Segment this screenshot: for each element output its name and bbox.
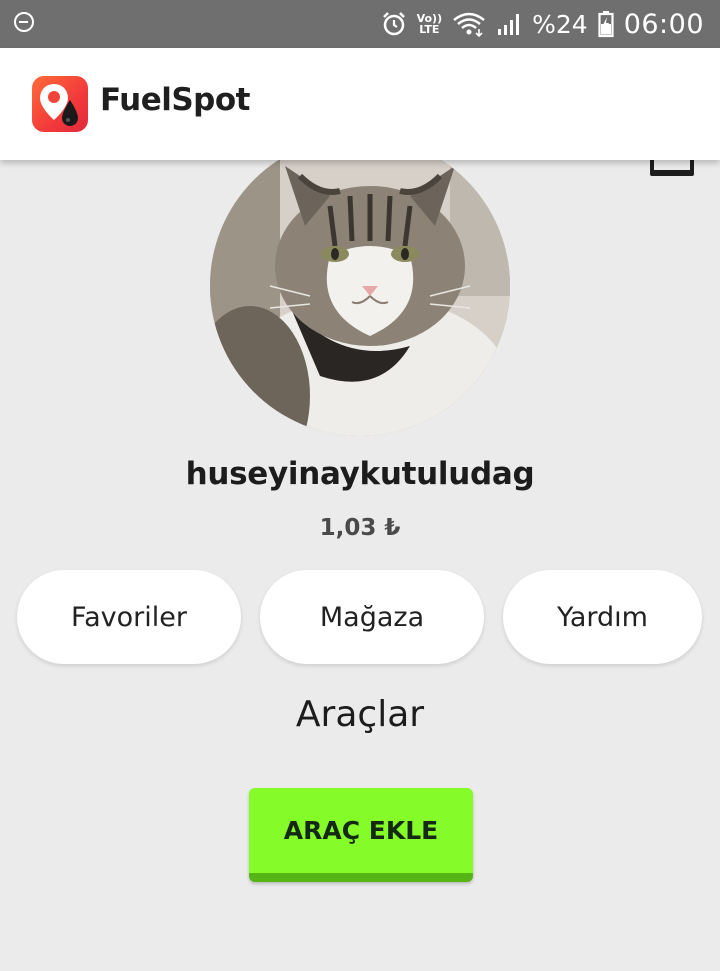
clock: 06:00 bbox=[623, 8, 704, 40]
favorites-label: Favoriler bbox=[71, 601, 187, 633]
battery-percent: %24 bbox=[532, 9, 588, 39]
add-vehicle-button[interactable]: ARAÇ EKLE bbox=[249, 788, 473, 882]
status-bar: Vo)) LTE %24 06:00 bbox=[0, 0, 720, 48]
username: huseyinaykutuludag bbox=[185, 456, 535, 492]
wifi-icon bbox=[452, 11, 486, 37]
volte-icon: Vo)) LTE bbox=[417, 13, 443, 35]
status-bar-right: Vo)) LTE %24 06:00 bbox=[381, 0, 704, 48]
help-button[interactable]: Yardım bbox=[503, 570, 702, 664]
profile-avatar[interactable] bbox=[210, 136, 510, 436]
battery-icon bbox=[598, 10, 614, 38]
favorites-button[interactable]: Favoriler bbox=[17, 570, 241, 664]
dnd-icon bbox=[14, 12, 34, 32]
alarm-icon bbox=[381, 11, 407, 37]
add-vehicle-label: ARAÇ EKLE bbox=[283, 816, 439, 845]
help-label: Yardım bbox=[557, 601, 648, 633]
fuelspot-logo-icon bbox=[32, 76, 88, 132]
cat-avatar bbox=[210, 136, 510, 436]
store-label: Mağaza bbox=[319, 601, 425, 633]
app-title: FuelSpot bbox=[100, 82, 251, 118]
volte-bottom-label: LTE bbox=[419, 23, 440, 36]
app-bar: FuelSpot bbox=[0, 48, 720, 160]
store-button[interactable]: Mağaza bbox=[260, 570, 484, 664]
signal-icon bbox=[496, 11, 522, 37]
vehicles-section-title: Araçlar bbox=[295, 694, 425, 735]
balance: 1,03 ₺ bbox=[319, 515, 401, 541]
